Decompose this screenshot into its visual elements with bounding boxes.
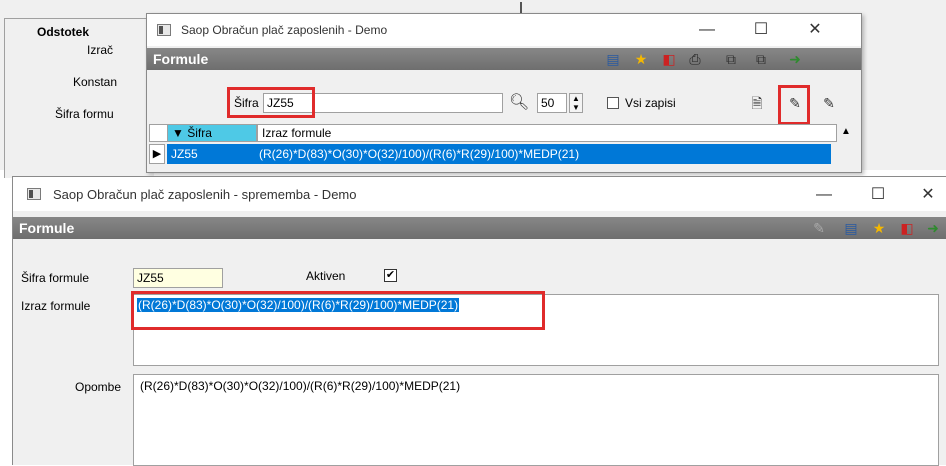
dialog2-titlebar: Saop Obračun plač zaposlenih - sprememba… [13, 177, 946, 211]
dialog2-header: Formule [19, 220, 75, 236]
sprememba-dialog: Saop Obračun plač zaposlenih - sprememba… [12, 176, 946, 466]
aktiven-checkbox[interactable]: ✔ [384, 269, 397, 282]
export-icon[interactable]: ◧ [659, 49, 679, 69]
all-records-label: Vsi zapisi [625, 96, 676, 110]
izracun-label: Izrač [87, 43, 114, 57]
favorite-icon[interactable]: ★ [869, 218, 889, 238]
izraz-highlight [131, 291, 545, 330]
opombe-label: Opombe [75, 380, 122, 394]
copy-icon[interactable]: ⧉ [721, 49, 741, 69]
page-size-spinner[interactable]: ▲ ▼ [569, 93, 583, 113]
page-size-input[interactable]: 50 [537, 93, 567, 113]
app-icon [157, 24, 171, 36]
maximize-button[interactable]: ☐ [855, 183, 901, 207]
app-icon [27, 188, 41, 200]
dialog2-title: Saop Obračun plač zaposlenih - sprememba… [53, 187, 357, 202]
grid-header-izraz[interactable]: Izraz formule [257, 124, 837, 142]
sifra-formule-bg-label: Šifra formu [55, 107, 114, 121]
minimize-button[interactable]: — [801, 183, 847, 207]
aktiven-label: Aktiven [306, 269, 346, 283]
close-button[interactable]: ✕ [792, 18, 838, 42]
dialog1-header: Formule [153, 51, 209, 67]
sort-down-icon: ▼ [172, 126, 184, 140]
dialog1-header-bar: Formule ▤ ★ ◧ ⎙ ⧉ ⧉ ➜ [147, 48, 861, 70]
table-row[interactable]: JZ55 (R(26)*D(83)*O(30)*O(32)/100)/(R(6)… [167, 144, 831, 164]
row-sifra: JZ55 [171, 147, 198, 161]
grid-header-sifra[interactable]: ▼ Šifra [167, 124, 257, 142]
row-izraz: (R(26)*D(83)*O(30)*O(32)/100)/(R(6)*R(29… [259, 147, 580, 161]
row-pointer-icon: ▶ [149, 144, 165, 164]
dialog1-titlebar: Saop Obračun plač zaposlenih - Demo — ☐ … [147, 14, 861, 46]
paste-icon[interactable]: ⧉ [751, 49, 771, 69]
konstanta-label: Konstan [73, 75, 118, 89]
sifra-formule-field[interactable]: JZ55 [133, 268, 223, 288]
search-highlight [227, 87, 315, 118]
export-icon[interactable]: ◧ [897, 218, 917, 238]
scroll-up-icon[interactable]: ▲ [841, 126, 851, 137]
edit-highlight [778, 85, 810, 125]
formule-list-dialog: Saop Obračun plač zaposlenih - Demo — ☐ … [146, 13, 862, 173]
favorite-icon[interactable]: ★ [631, 49, 651, 69]
grid-header-sifra-label: Šifra [187, 126, 212, 140]
new-record-icon[interactable]: 🗎︎ [747, 93, 767, 113]
close-button[interactable]: ✕ [909, 183, 946, 207]
dialog2-header-bar: Formule ✎ ▤ ★ ◧ ➜ [13, 217, 946, 239]
edit-icon[interactable]: ✎ [809, 218, 829, 238]
all-records-checkbox[interactable] [607, 97, 619, 109]
izraz-formule-label: Izraz formule [21, 299, 91, 313]
exit-icon[interactable]: ➜ [785, 49, 805, 69]
parent-panel: Odstotek Izrač Konstan Šifra formu [4, 18, 154, 178]
sifra-formule-label: Šifra formule [21, 271, 90, 285]
search-icon[interactable]: 🔍︎ [509, 93, 529, 113]
dialog1-title: Saop Obračun plač zaposlenih - Demo [181, 23, 388, 37]
edit-multi-icon[interactable]: ✎ [819, 93, 839, 113]
print-icon[interactable]: ⎙ [685, 49, 705, 69]
odstotek-label: Odstotek [37, 25, 90, 39]
maximize-button[interactable]: ☐ [738, 18, 784, 42]
columns-icon[interactable]: ▤ [841, 218, 861, 238]
opombe-textarea[interactable]: (R(26)*D(83)*O(30)*O(32)/100)/(R(6)*R(29… [133, 374, 939, 466]
exit-icon[interactable]: ➜ [923, 218, 943, 238]
minimize-button[interactable]: — [684, 18, 730, 42]
columns-icon[interactable]: ▤ [603, 49, 623, 69]
